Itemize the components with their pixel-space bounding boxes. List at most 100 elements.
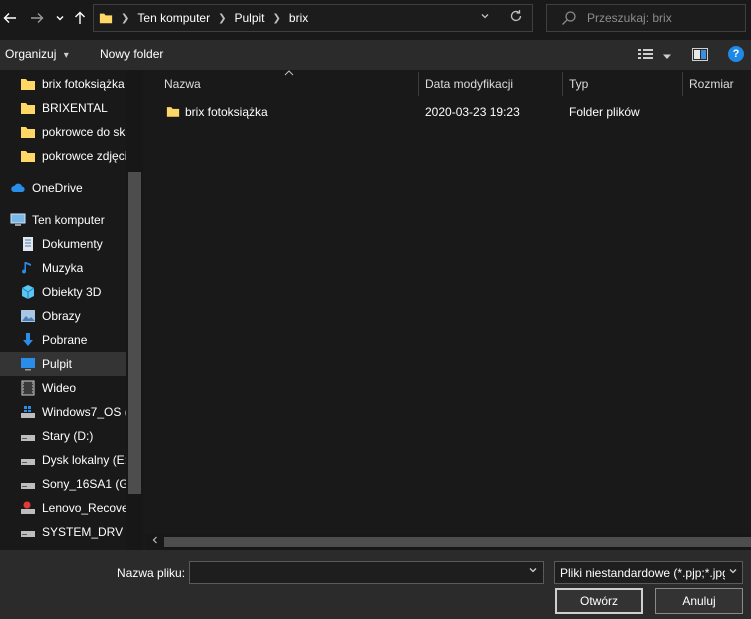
folder-icon [20,148,36,164]
column-header-name[interactable]: Nazwa [164,70,201,98]
file-date: 2020-03-23 19:23 [425,105,520,119]
organize-button[interactable]: Organizuj ▾ [5,47,69,61]
sidebar-item-label: Wideo [42,381,77,395]
sidebar-item-sony-16sa1-g[interactable]: Sony_16SA1 (G:) [0,472,126,496]
sidebar-item-obiekty-3d[interactable]: Obiekty 3D [0,280,126,304]
help-icon[interactable]: ? [728,46,744,62]
breadcrumb-item-brix[interactable]: brix [289,11,308,25]
sidebar-item-label: Pobrane [42,333,88,347]
sidebar-item-obrazy[interactable]: Obrazy [0,304,126,328]
search-box[interactable]: Przeszukaj: brix [546,4,746,32]
column-divider[interactable] [682,72,683,96]
up-arrow-icon [75,11,85,24]
file-type: Folder plików [569,105,640,119]
recent-locations-button[interactable] [50,6,70,30]
refresh-icon[interactable] [506,9,526,27]
up-button[interactable] [70,6,90,30]
column-header-date[interactable]: Data modyfikacji [425,70,513,98]
sidebar-item-label: Stary (D:) [42,429,94,443]
organize-chevron-icon: ▾ [63,50,69,61]
column-header-type[interactable]: Typ [569,70,588,98]
sidebar-item-wideo[interactable]: Wideo [0,376,126,400]
sidebar-item-stary-d[interactable]: Stary (D:) [0,424,126,448]
sidebar-item-label: pokrowce do skl [42,125,126,139]
sidebar-item-pobrane[interactable]: Pobrane [0,328,126,352]
sidebar-item-lenovo-recover[interactable]: Lenovo_Recover [0,496,126,520]
sidebar-item-label: Pulpit [42,357,73,371]
open-button[interactable]: Otwórz [555,588,643,614]
back-arrow-icon [3,13,16,23]
scroll-left-icon[interactable] [149,534,161,550]
desktop-icon [20,356,36,372]
navigation-pane-scrollbar-thumb[interactable] [128,172,141,494]
video-icon [20,380,36,396]
folder-icon [20,100,36,116]
filename-history-dropdown[interactable] [525,565,541,581]
filetype-value: Pliki niestandardowe (*.pjp;*.jpg [560,566,725,580]
sidebar-item-pokrowce-do-skl[interactable]: pokrowce do skl [0,120,126,144]
filename-input[interactable] [189,561,544,584]
view-options-button[interactable] [638,48,654,63]
filetype-select[interactable]: Pliki niestandardowe (*.pjp;*.jpg [554,561,743,584]
organize-label: Organizuj [5,47,57,61]
address-bar[interactable]: ❯ Ten komputer ❯ Pulpit ❯ brix [93,4,533,32]
sidebar-item-brixental[interactable]: BRIXENTAL [0,96,126,120]
sidebar-item-pulpit[interactable]: Pulpit [0,352,126,376]
sidebar-item-label: Windows7_OS (C [42,405,126,419]
file-name: brix fotoksiążka [185,105,268,119]
breadcrumb-item-ten-komputer[interactable]: Ten komputer [137,11,210,25]
sidebar-item-label: SYSTEM_DRV (S: [42,525,126,539]
cube-icon [20,284,36,300]
sidebar-item-system-drv-s[interactable]: SYSTEM_DRV (S: [0,520,126,544]
document-icon [20,236,36,252]
file-list-row[interactable]: brix fotoksiążka 2020-03-23 19:23 Folder… [146,100,751,124]
sidebar-item-label: Obrazy [42,309,81,323]
chevron-down-icon [728,566,738,579]
sidebar-item-onedrive[interactable]: OneDrive [0,176,126,200]
breadcrumb-item-pulpit[interactable]: Pulpit [234,11,264,25]
column-header-size[interactable]: Rozmiar [689,70,734,98]
windows-drive-icon [20,404,36,420]
sidebar-item-label: Obiekty 3D [42,285,102,299]
picture-icon [20,308,36,324]
sidebar-item-label: Sony_16SA1 (G:) [42,477,126,491]
sidebar-item-muzyka[interactable]: Muzyka [0,256,126,280]
sidebar-item-ten-komputer[interactable]: Ten komputer [0,208,126,232]
sidebar-item-label: Dysk lokalny (E:) [42,453,126,467]
column-divider[interactable] [418,72,419,96]
sidebar-item-label: OneDrive [32,181,83,195]
sidebar-item-label: Lenovo_Recover [42,501,126,515]
sidebar-item-pokrowce-zdjęci[interactable]: pokrowce zdjęci [0,144,126,168]
drive-icon [20,428,36,444]
address-dropdown-icon[interactable] [477,11,493,25]
breadcrumb: ❯ Ten komputer ❯ Pulpit ❯ brix [94,5,308,31]
download-icon [20,332,36,348]
sidebar-item-label: brix fotoksiążka [42,77,125,91]
sidebar-item-dysk-lokalny-e[interactable]: Dysk lokalny (E:) [0,448,126,472]
folder-icon [20,124,36,140]
sidebar-item-brix-fotoksiążka[interactable]: brix fotoksiążka [0,72,126,96]
column-divider[interactable] [562,72,563,96]
chevron-down-icon [529,568,537,573]
preview-pane-button[interactable] [692,48,708,64]
file-list-header: Nazwa Data modyfikacji Typ Rozmiar [146,70,751,98]
sidebar-item-label: Dokumenty [42,237,103,251]
cancel-button[interactable]: Anuluj [655,588,743,614]
forward-button[interactable] [27,6,47,30]
sidebar-item-label: Ten komputer [32,213,105,227]
back-button[interactable] [0,6,20,30]
drive-icon [20,476,36,492]
view-options-dropdown[interactable] [662,50,672,64]
chevron-down-icon [663,54,671,59]
sidebar-item-windows7-os-c[interactable]: Windows7_OS (C [0,400,126,424]
horizontal-scrollbar-thumb[interactable] [164,537,751,547]
breadcrumb-separator-icon: ❯ [272,12,281,24]
recovery-drive-icon [20,500,36,516]
cloud-icon [10,180,26,196]
new-folder-button[interactable]: Nowy folder [100,47,163,61]
search-placeholder: Przeszukaj: brix [587,11,672,25]
sidebar-item-dokumenty[interactable]: Dokumenty [0,232,126,256]
folder-icon [166,107,180,117]
computer-icon [10,212,26,228]
filename-label: Nazwa pliku: [117,566,186,580]
